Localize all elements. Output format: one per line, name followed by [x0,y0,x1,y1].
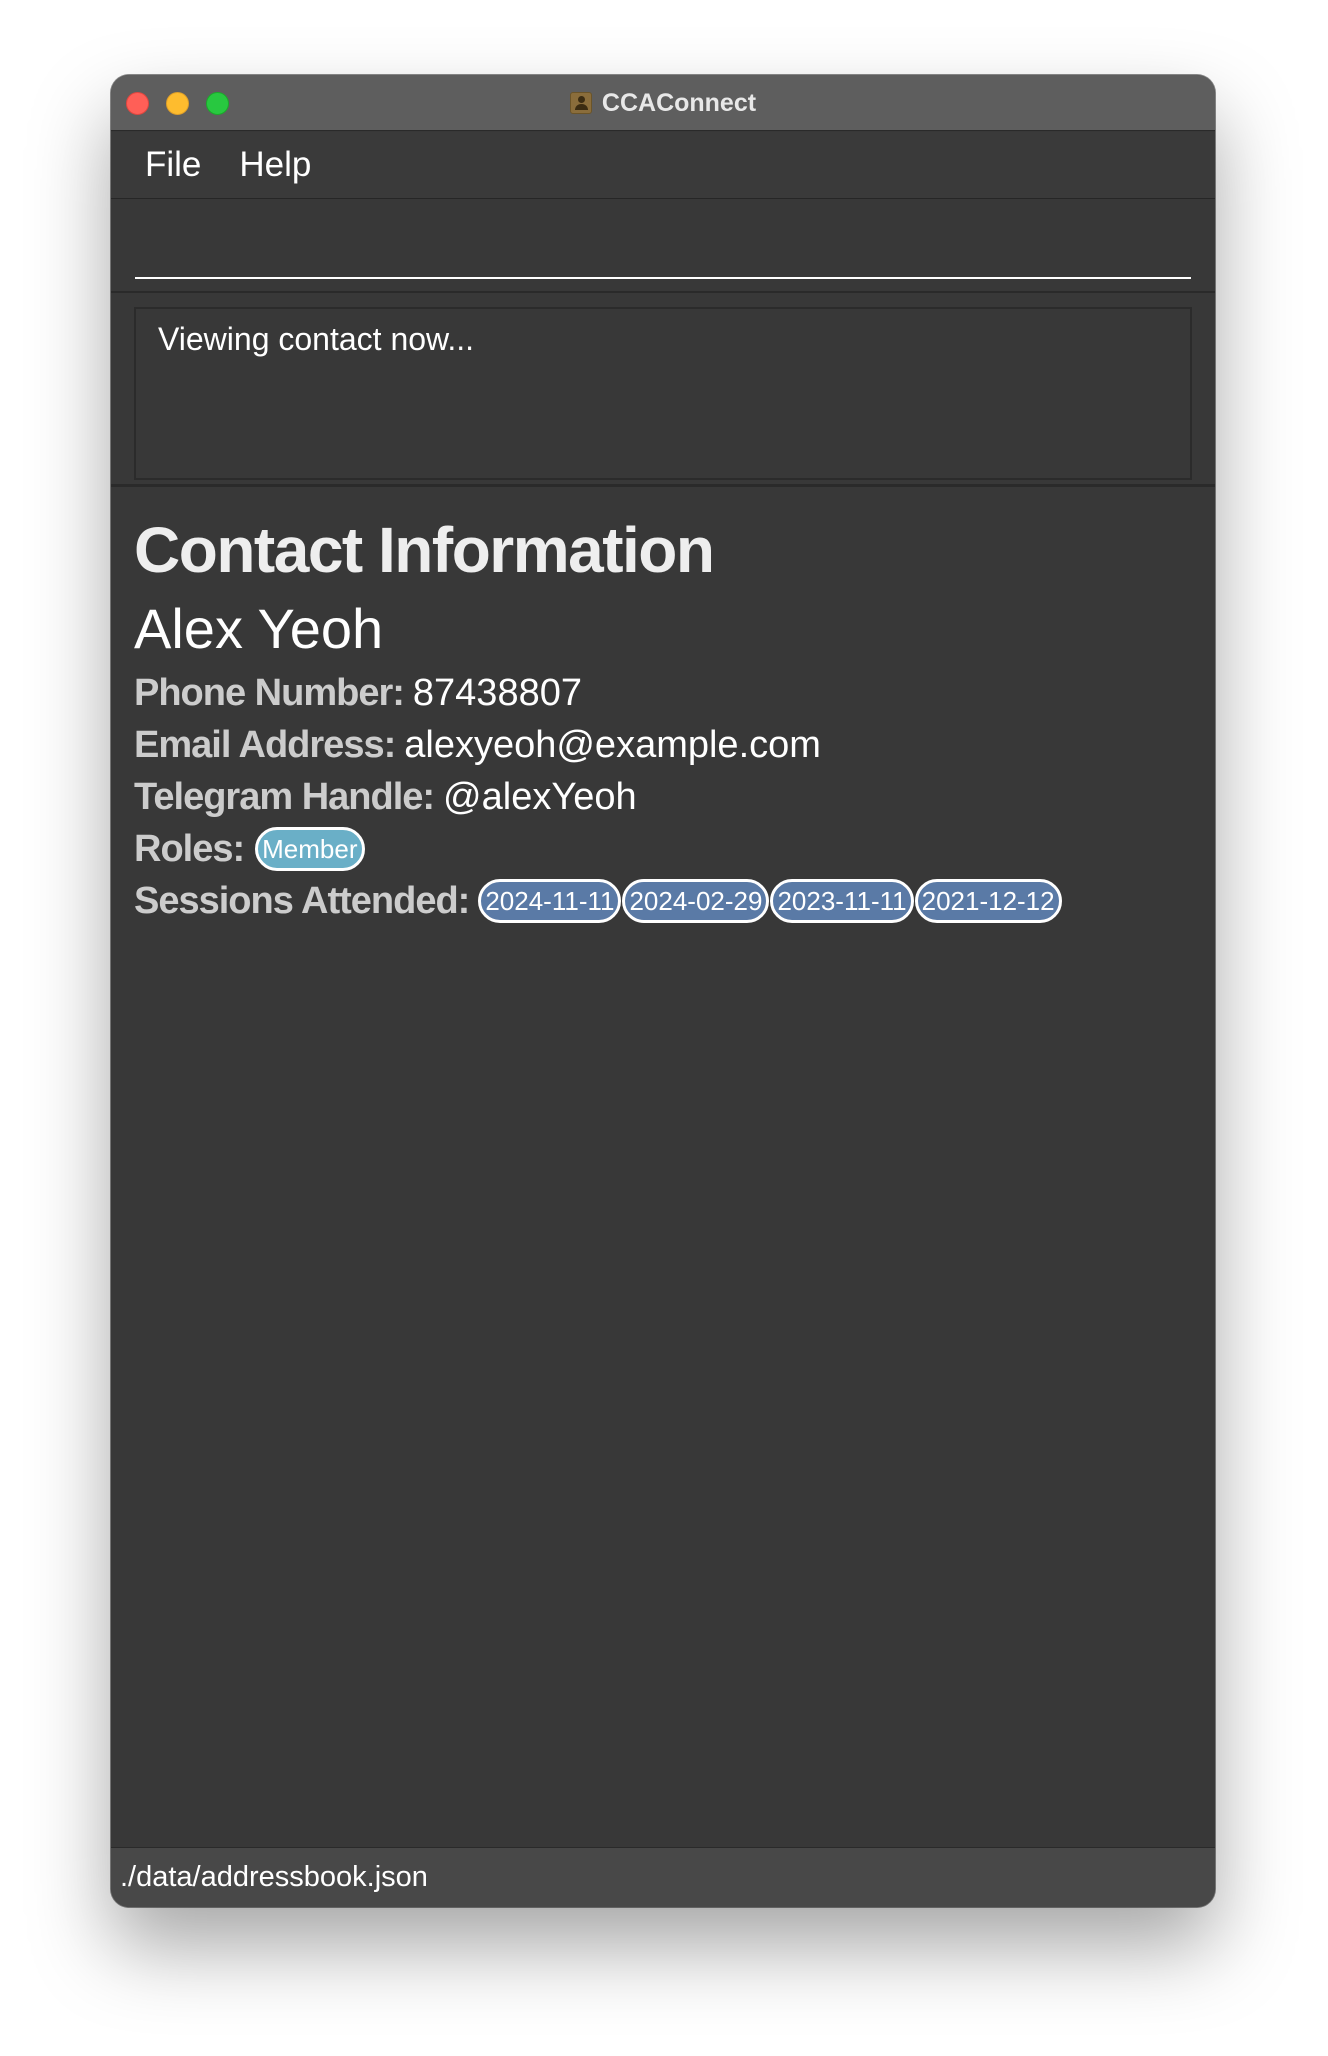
roles-row: Roles: Member [134,823,1192,875]
contact-info-heading: Contact Information [134,514,715,586]
app-window: CCAConnect File Help Viewing contact now… [111,75,1215,1907]
result-display-container: Viewing contact now... [111,295,1215,487]
telegram-row: Telegram Handle: @alexYeoh [134,771,1192,823]
session-tag: 2023-11-11 [770,879,914,923]
menu-help[interactable]: Help [239,145,311,185]
session-tag: 2024-11-11 [478,879,622,923]
phone-value: 87438807 [412,672,582,714]
result-display[interactable]: Viewing contact now... [134,307,1192,480]
sessions-label: Sessions Attended: [134,880,470,922]
sessions-row: Sessions Attended: 2024-11-11 2024-02-29… [134,875,1192,927]
session-tag: 2021-12-12 [914,879,1062,923]
window-title: CCAConnect [601,88,757,117]
contact-name: Alex Yeoh [134,597,384,660]
command-input[interactable] [135,209,1191,279]
telegram-value: @alexYeoh [443,776,637,818]
role-tag: Member [255,827,365,871]
command-box-container [111,199,1215,293]
roles-label: Roles: [134,828,245,870]
title-bar[interactable]: CCAConnect [111,75,1215,131]
title-group: CCAConnect [111,75,1215,131]
session-tag: 2024-02-29 [622,879,770,923]
data-file-path: ./data/addressbook.json [120,1861,428,1893]
status-bar: ./data/addressbook.json [111,1847,1215,1907]
email-label: Email Address: [134,724,396,766]
menu-bar: File Help [111,132,1215,199]
contacts-book-icon [569,92,592,114]
menu-file[interactable]: File [145,145,201,185]
email-value: alexyeoh@example.com [404,724,821,766]
result-message: Viewing contact now... [158,321,475,357]
contact-details-panel: Contact Information Alex Yeoh Phone Numb… [134,513,1192,927]
phone-label: Phone Number: [134,672,405,714]
phone-row: Phone Number: 87438807 [134,667,1192,719]
telegram-label: Telegram Handle: [134,776,435,818]
email-row: Email Address: alexyeoh@example.com [134,719,1192,771]
